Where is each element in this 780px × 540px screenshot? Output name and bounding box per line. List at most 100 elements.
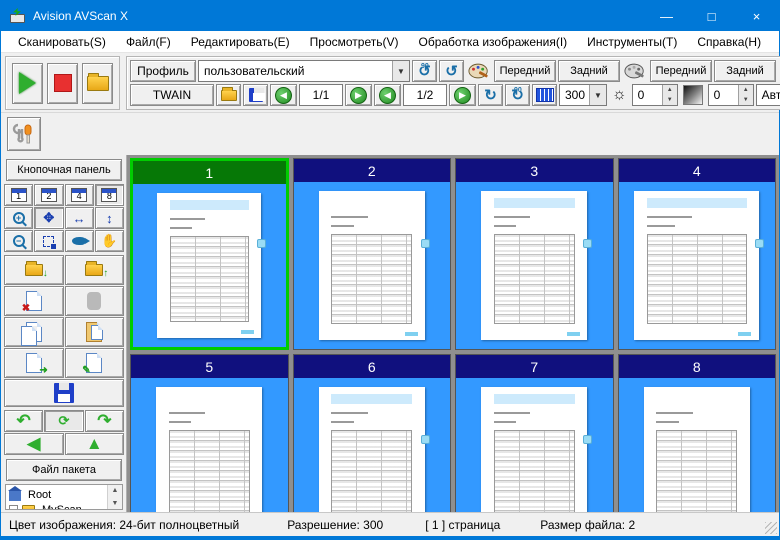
page-preview[interactable] (481, 386, 593, 512)
menu-image-processing[interactable]: Обработка изображения(I) (409, 33, 576, 51)
delete-page-button[interactable]: ✖ (4, 286, 64, 316)
prev-side-button[interactable]: ◀ (374, 84, 401, 106)
fit-page-button[interactable]: ✥ (34, 207, 64, 229)
copy-page-button[interactable] (4, 317, 64, 347)
edit-page-button[interactable]: ✎ (64, 348, 124, 378)
select-region-button[interactable] (34, 230, 64, 252)
tree-folder-label: MyScan (42, 503, 82, 510)
thumbnail-page-2[interactable]: 2 (292, 158, 451, 350)
page-preview[interactable] (318, 190, 430, 341)
thumbnail-page-6[interactable]: 6 (292, 354, 451, 512)
collapse-icon[interactable]: − (9, 505, 18, 509)
floppy-icon (54, 383, 74, 403)
close-button[interactable]: × (734, 1, 779, 31)
tree-root[interactable]: Root (8, 486, 107, 502)
export-page-button[interactable]: ➜ (4, 348, 64, 378)
rotate-right-button[interactable]: ↻ (478, 84, 503, 106)
view-1-page-button[interactable]: 1 (4, 184, 34, 206)
zoom-in-button[interactable]: + (4, 207, 34, 229)
page-preview[interactable] (318, 386, 430, 512)
page-preview[interactable] (156, 386, 263, 512)
resize-grip[interactable] (765, 522, 777, 534)
page-number: 8 (618, 355, 775, 378)
rotate-left-90-button[interactable]: ↺ 90 (412, 60, 437, 82)
thumbnail-page-8[interactable]: 8 (617, 354, 776, 512)
actual-size-button[interactable] (64, 230, 94, 252)
menu-edit[interactable]: Редактировать(E) (182, 33, 299, 51)
menu-help[interactable]: Справка(H) (688, 33, 770, 51)
tree-folder[interactable]: − MyScan (9, 502, 107, 510)
color-mode-select[interactable]: Автоматический ▼ (755, 84, 780, 106)
scroll-down-icon[interactable]: ▼ (112, 500, 119, 507)
spin-down-icon[interactable]: ▼ (738, 95, 753, 105)
flip-horizontal-button[interactable]: ◀ (4, 433, 64, 455)
menu-view[interactable]: Просмотреть(V) (301, 33, 408, 51)
brightness-spinner[interactable]: 0 ▲ ▼ (631, 84, 678, 106)
gray-back-button[interactable]: Задний (714, 60, 776, 82)
button-panel-header[interactable]: Кнопочная панель (6, 159, 122, 181)
thumbnail-page-3[interactable]: 3 (455, 158, 614, 350)
triangle-up-icon: ▲ (85, 434, 103, 453)
fit-height-button[interactable]: ↕ (94, 207, 124, 229)
menu-scan[interactable]: Сканировать(S) (9, 33, 115, 51)
color-back-button[interactable]: Задний (558, 60, 620, 82)
thumbnail-page-4[interactable]: 4 (617, 158, 776, 350)
spin-up-icon[interactable]: ▲ (738, 85, 753, 95)
page-preview[interactable] (157, 192, 267, 339)
twain-button[interactable]: TWAIN (130, 84, 214, 106)
gray-front-button[interactable]: Передний (650, 60, 712, 82)
scanner-settings-button[interactable] (7, 117, 41, 151)
batch-file-header[interactable]: Файл пакета (6, 459, 122, 481)
flip-vertical-button[interactable]: ▲ (64, 433, 124, 455)
side-counter-field[interactable]: 1/2 (403, 84, 447, 106)
color-front-button[interactable]: Передний (494, 60, 556, 82)
play-icon (19, 72, 36, 94)
next-page-button[interactable]: ▶ (345, 84, 372, 106)
next-side-button[interactable]: ▶ (449, 84, 476, 106)
thumbnail-page-5[interactable]: 5 (130, 354, 289, 512)
maximize-button[interactable]: □ (689, 1, 734, 31)
save-batch-button[interactable] (4, 379, 124, 407)
fit-width-button[interactable]: ↔ (64, 207, 94, 229)
spin-down-icon[interactable]: ▼ (662, 95, 677, 105)
rotate-right-90-button[interactable]: ↻ 90 (505, 84, 530, 106)
profile-button[interactable]: Профиль (130, 60, 196, 82)
rotate-cw-button[interactable]: ↷ (84, 410, 124, 432)
insert-page-button[interactable]: ↓ (4, 255, 64, 285)
refresh-button[interactable]: ⟳ (44, 410, 84, 432)
spin-up-icon[interactable]: ▲ (662, 85, 677, 95)
disabled-tool-button (64, 286, 124, 316)
start-scan-button[interactable] (12, 62, 43, 104)
page-counter-field[interactable]: 1/1 (299, 84, 343, 106)
folder-insert-icon: ↓ (24, 261, 48, 279)
stop-scan-button[interactable] (47, 62, 78, 104)
resolution-select[interactable]: 300 ▼ (559, 84, 607, 106)
thumbnail-page-1[interactable]: 1 (130, 158, 289, 350)
view-2-pages-button[interactable]: 2 (34, 184, 64, 206)
sidebar: Кнопочная панель 1 2 4 8 + ✥ ↔ ↕ − ✋ ↓ ↑… (1, 155, 127, 512)
open-batch-button[interactable] (82, 62, 113, 104)
view-4-pages-button[interactable]: 4 (64, 184, 94, 206)
prev-page-button[interactable]: ◀ (270, 84, 297, 106)
rotate-ccw-button[interactable]: ↶ (4, 410, 44, 432)
zoom-out-button[interactable]: − (4, 230, 34, 252)
extract-page-button[interactable]: ↑ (64, 255, 124, 285)
view-8-pages-button[interactable]: 8 (94, 184, 124, 206)
menu-file[interactable]: Файл(F) (117, 33, 180, 51)
profile-select[interactable]: пользовательский ▼ (198, 60, 410, 82)
save-file-button[interactable] (243, 84, 268, 106)
scroll-up-icon[interactable]: ▲ (112, 487, 119, 494)
open-file-button[interactable] (216, 84, 241, 106)
thumbnail-page-7[interactable]: 7 (455, 354, 614, 512)
grid-view-button[interactable] (532, 84, 557, 106)
tree-scrollbar[interactable]: ▲ ▼ (107, 485, 122, 509)
minimize-button[interactable]: — (644, 1, 689, 31)
page-preview[interactable] (481, 190, 593, 341)
rotate-left-button[interactable]: ↺ (439, 60, 464, 82)
page-preview[interactable] (643, 386, 750, 512)
menu-tools[interactable]: Инструменты(T) (578, 33, 686, 51)
contrast-spinner[interactable]: 0 ▲ ▼ (707, 84, 754, 106)
paste-page-button[interactable] (64, 317, 124, 347)
page-preview[interactable] (634, 190, 765, 341)
pan-button[interactable]: ✋ (94, 230, 124, 252)
